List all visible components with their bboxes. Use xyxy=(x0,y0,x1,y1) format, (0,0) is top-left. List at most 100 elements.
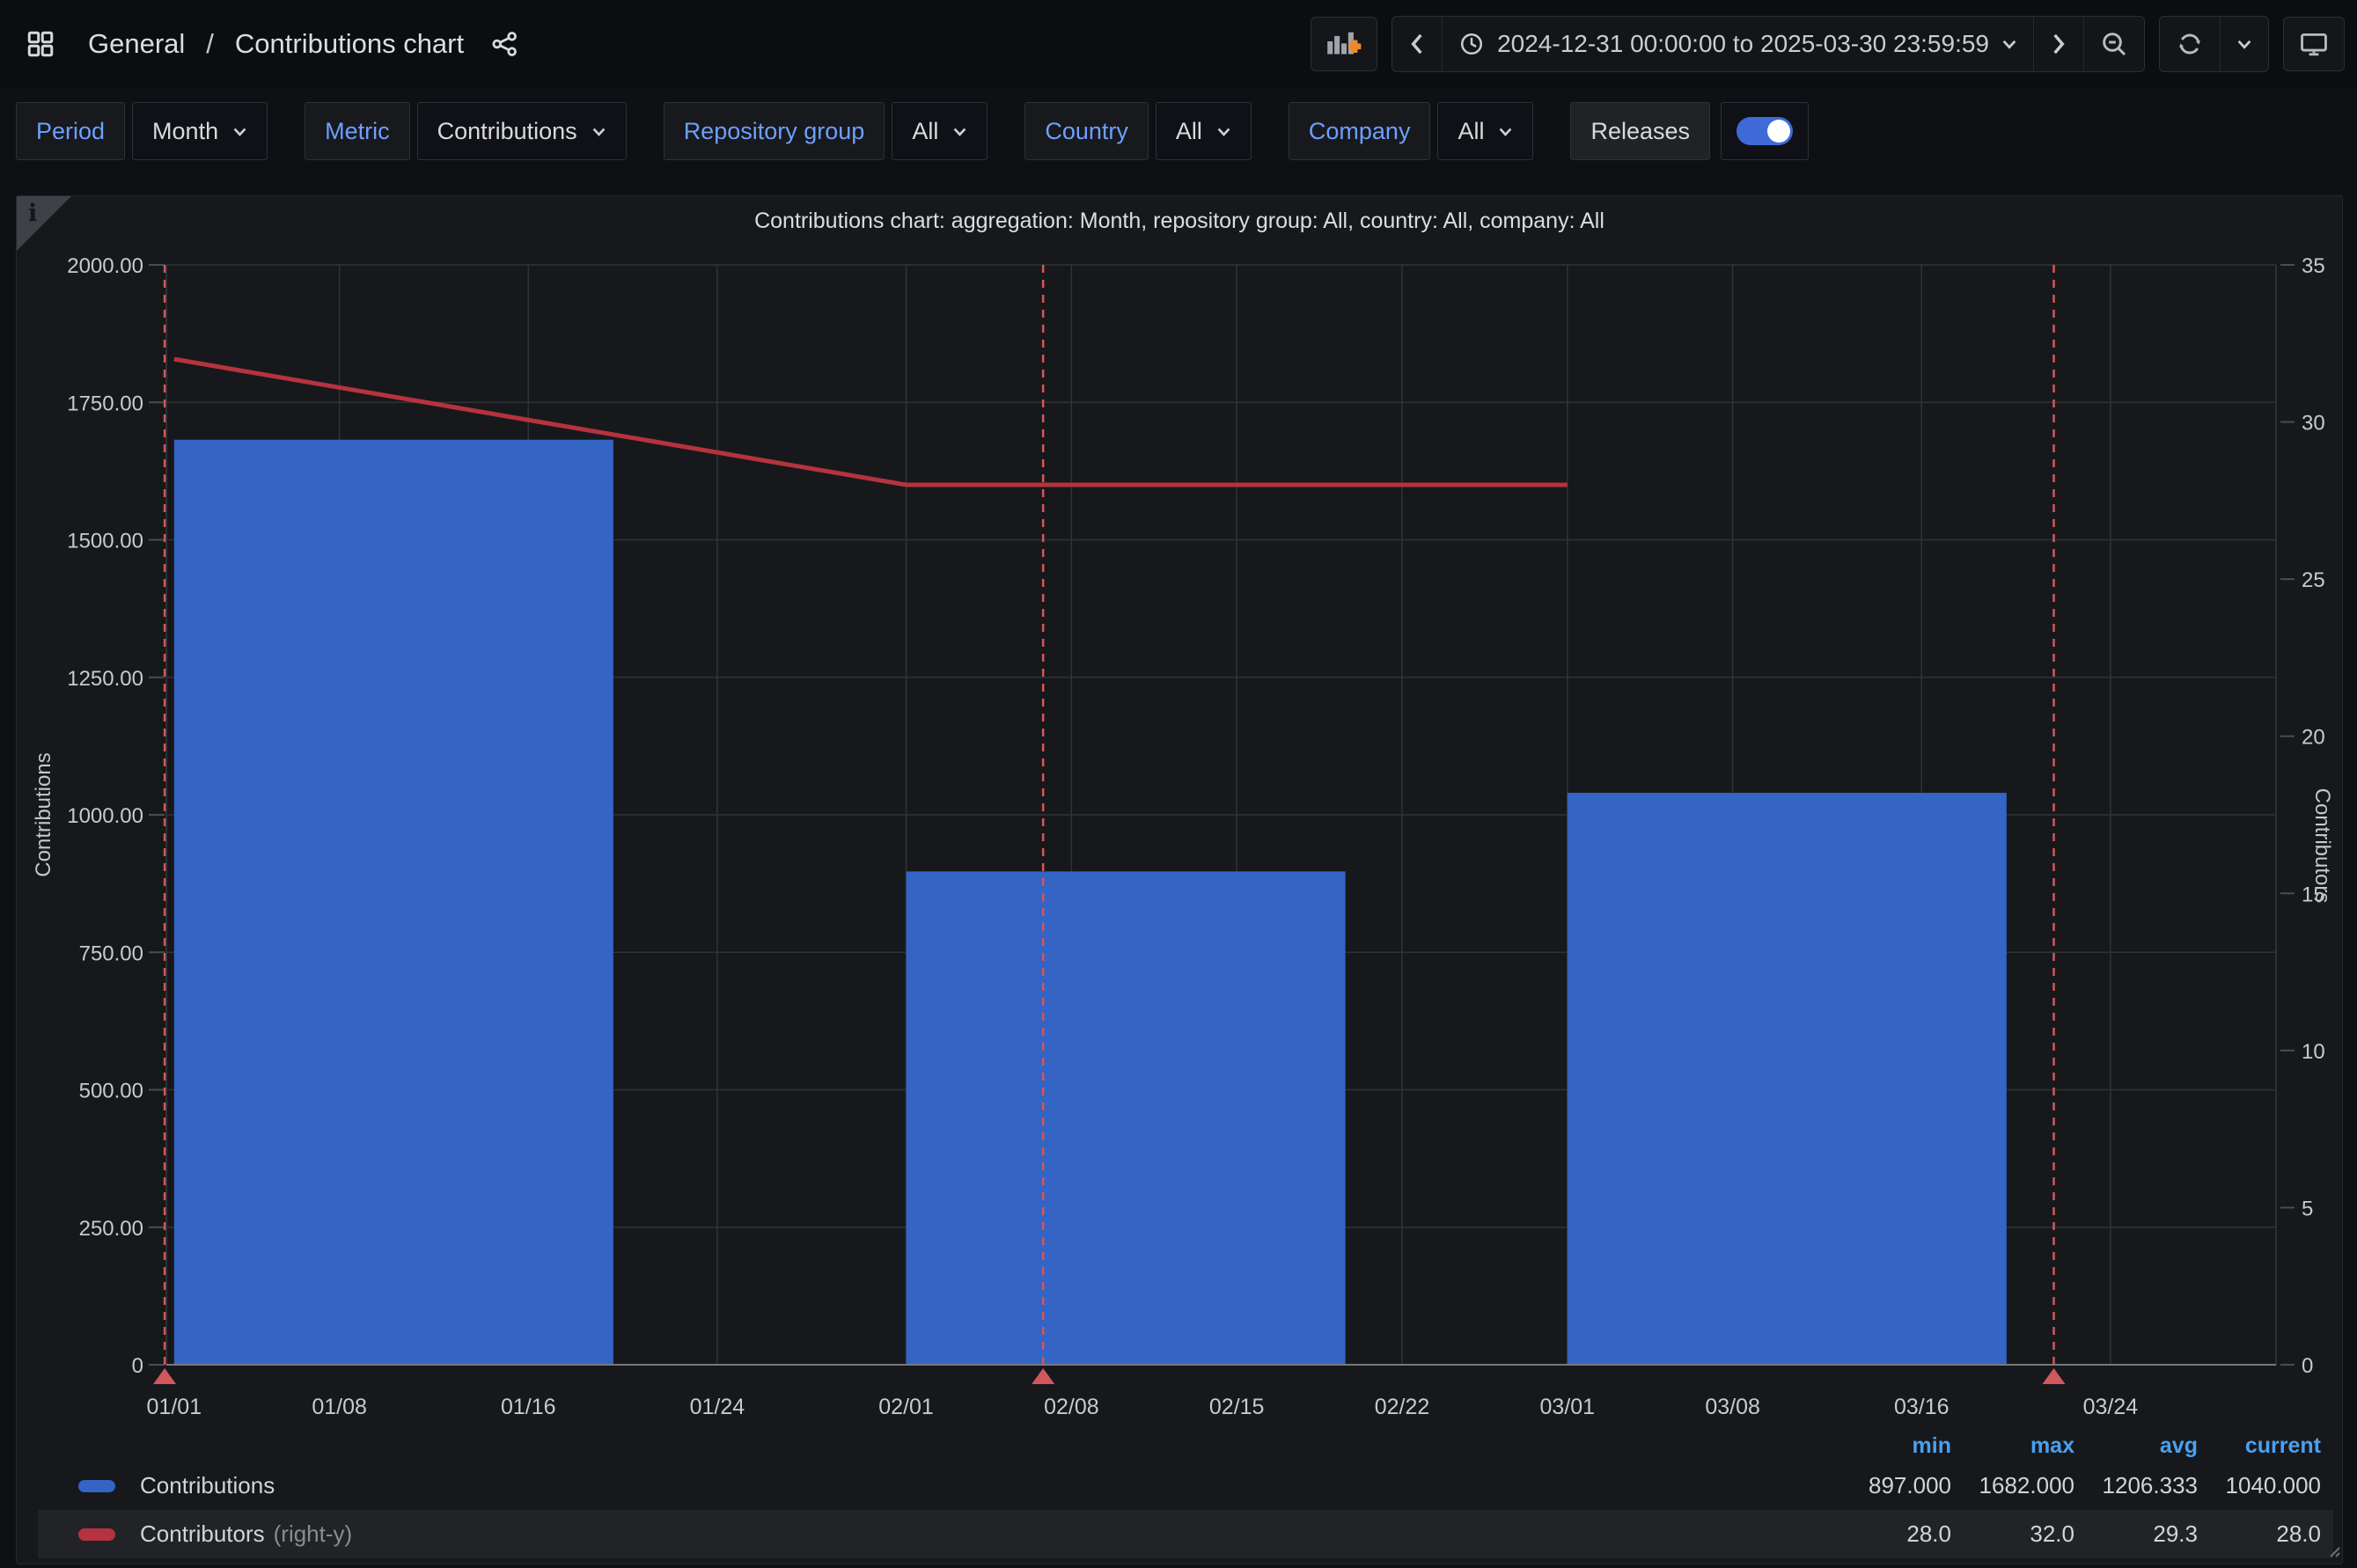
left-axis-tick-label: 1250.00 xyxy=(67,667,143,691)
time-shift-forward-button[interactable] xyxy=(2034,17,2084,71)
legend-stat-value: 1206.333 xyxy=(2074,1472,2198,1499)
legend: minmaxavgcurrent Contributions 897.0001682… xyxy=(38,1430,2333,1558)
top-bar: General / Contributions chart xyxy=(0,0,2357,88)
right-axis-tick-label: 20 xyxy=(2302,726,2325,750)
right-axis-tick-label: 10 xyxy=(2302,1040,2325,1064)
releases-toggle-box xyxy=(1721,102,1809,160)
repository-group-label: Repository group xyxy=(664,102,885,160)
chevron-down-icon xyxy=(1498,126,1513,137)
legend-label-suffix: (right-y) xyxy=(274,1520,353,1548)
legend-stat-value: 28.0 xyxy=(1828,1520,1951,1548)
left-axis-title: Contributions xyxy=(32,752,55,876)
tv-kiosk-icon[interactable] xyxy=(2283,17,2345,71)
legend-stats: 897.0001682.0001206.3331040.000 xyxy=(1828,1472,2321,1499)
time-range-picker[interactable]: 2024-12-31 00:00:00 to 2025-03-30 23:59:… xyxy=(1443,17,2034,71)
legend-stat-header-avg[interactable]: avg xyxy=(2074,1433,2198,1459)
x-axis-tick-label: 01/16 xyxy=(501,1395,556,1419)
x-axis-tick-label: 02/15 xyxy=(1209,1395,1265,1419)
chevron-down-icon xyxy=(1216,126,1231,137)
x-axis-tick-label: 01/08 xyxy=(312,1395,367,1419)
filter-country: Country All xyxy=(1024,102,1252,160)
legend-stat-value: 1682.000 xyxy=(1951,1472,2074,1499)
chart-panel: i Contributions chart: aggregation: Mont… xyxy=(16,195,2343,1564)
left-axis-tick-label: 0 xyxy=(132,1354,143,1378)
chevron-down-icon xyxy=(952,126,967,137)
legend-stat-value: 1040.000 xyxy=(2198,1472,2321,1499)
legend-stat-header-max[interactable]: max xyxy=(1951,1433,2074,1459)
breadcrumb-section[interactable]: General xyxy=(88,28,185,60)
share-icon[interactable] xyxy=(483,17,525,71)
annotation-marker[interactable] xyxy=(1032,1368,1054,1384)
toolbar-right: 2024-12-31 00:00:00 to 2025-03-30 23:59:… xyxy=(1311,16,2345,72)
country-label: Country xyxy=(1024,102,1149,160)
annotation-marker[interactable] xyxy=(2042,1368,2065,1384)
legend-stat-header-current[interactable]: current xyxy=(2198,1433,2321,1459)
x-axis-tick-label: 03/01 xyxy=(1540,1395,1596,1419)
left-axis-tick-label: 1500.00 xyxy=(67,530,143,553)
legend-swatch[interactable] xyxy=(78,1480,115,1492)
filter-company: Company All xyxy=(1289,102,1534,160)
time-range-text: 2024-12-31 00:00:00 to 2025-03-30 23:59:… xyxy=(1497,30,1989,58)
legend-stat-value: 28.0 xyxy=(2198,1520,2321,1548)
left-axis-tick-label: 500.00 xyxy=(79,1080,143,1103)
metric-dropdown[interactable]: Contributions xyxy=(417,102,627,160)
country-dropdown[interactable]: All xyxy=(1156,102,1252,160)
right-axis-tick-label: 0 xyxy=(2302,1354,2313,1378)
releases-label: Releases xyxy=(1570,102,1710,160)
left-axis-tick-label: 1000.00 xyxy=(67,804,143,828)
legend-stat-value: 32.0 xyxy=(1951,1520,2074,1548)
legend-swatch[interactable] xyxy=(78,1528,115,1541)
x-axis-tick-label: 02/01 xyxy=(878,1395,934,1419)
legend-item-contributors[interactable]: Contributors(right-y)28.032.029.328.0 xyxy=(38,1510,2333,1558)
variables-row: Period Month Metric Contributions Reposi… xyxy=(0,92,2357,171)
x-axis-tick-label: 03/24 xyxy=(2083,1395,2139,1419)
toggle-knob xyxy=(1767,120,1790,143)
add-panel-icon[interactable] xyxy=(1311,17,1377,71)
chevron-down-icon xyxy=(591,126,606,137)
legend-stat-header-min[interactable]: min xyxy=(1828,1433,1951,1459)
x-axis-tick-label: 01/01 xyxy=(147,1395,202,1419)
right-axis-tick-label: 30 xyxy=(2302,412,2325,436)
zoom-out-icon[interactable] xyxy=(2084,17,2144,71)
legend-stat-value: 897.000 xyxy=(1828,1472,1951,1499)
breadcrumb: General / Contributions chart xyxy=(12,17,525,71)
repository-group-dropdown[interactable]: All xyxy=(892,102,988,160)
left-axis-tick-label: 1750.00 xyxy=(67,392,143,415)
legend-item-contributions[interactable]: Contributions 897.0001682.0001206.3331040… xyxy=(38,1462,2333,1510)
filter-repository-group: Repository group All xyxy=(664,102,988,160)
bar-contributions-1[interactable] xyxy=(907,871,1346,1365)
filter-period: Period Month xyxy=(16,102,268,160)
legend-stats-header: minmaxavgcurrent xyxy=(38,1430,2333,1462)
time-shift-back-button[interactable] xyxy=(1392,17,1443,71)
legend-stats: 28.032.029.328.0 xyxy=(1828,1520,2321,1548)
right-axis-tick-label: 35 xyxy=(2302,254,2325,278)
left-axis-tick-label: 2000.00 xyxy=(67,254,143,278)
chevron-down-icon xyxy=(2236,38,2252,50)
x-axis-tick-label: 02/08 xyxy=(1044,1395,1099,1419)
legend-label: Contributions xyxy=(140,1472,275,1499)
bar-contributions-0[interactable] xyxy=(174,440,613,1365)
legend-stat-value: 29.3 xyxy=(2074,1520,2198,1548)
filter-releases: Releases xyxy=(1570,102,1809,160)
period-dropdown[interactable]: Month xyxy=(132,102,268,160)
x-axis-tick-label: 03/08 xyxy=(1705,1395,1760,1419)
releases-toggle[interactable] xyxy=(1737,117,1793,145)
time-picker-group: 2024-12-31 00:00:00 to 2025-03-30 23:59:… xyxy=(1391,16,2145,72)
bar-contributions-2[interactable] xyxy=(1568,793,2007,1365)
left-axis-tick-label: 750.00 xyxy=(79,942,143,965)
dashboards-grid-icon[interactable] xyxy=(12,17,69,71)
x-axis-tick-label: 02/22 xyxy=(1375,1395,1430,1419)
legend-label: Contributors xyxy=(140,1520,265,1548)
refresh-icon[interactable] xyxy=(2160,17,2221,71)
metric-label: Metric xyxy=(305,102,410,160)
right-axis-tick-label: 5 xyxy=(2302,1197,2313,1220)
left-axis-tick-label: 250.00 xyxy=(79,1217,143,1241)
x-axis-tick-label: 01/24 xyxy=(690,1395,745,1419)
refresh-interval-dropdown[interactable] xyxy=(2221,17,2268,71)
annotation-marker[interactable] xyxy=(153,1368,176,1384)
company-dropdown[interactable]: All xyxy=(1437,102,1533,160)
chart-canvas[interactable]: 2000.00 1750.00 1500.00 1250.00 1000.00 750.0… xyxy=(17,196,2344,1565)
chevron-down-icon xyxy=(232,126,247,137)
panel-resize-handle[interactable] xyxy=(2324,1542,2340,1562)
right-axis-tick-label: 25 xyxy=(2302,568,2325,592)
